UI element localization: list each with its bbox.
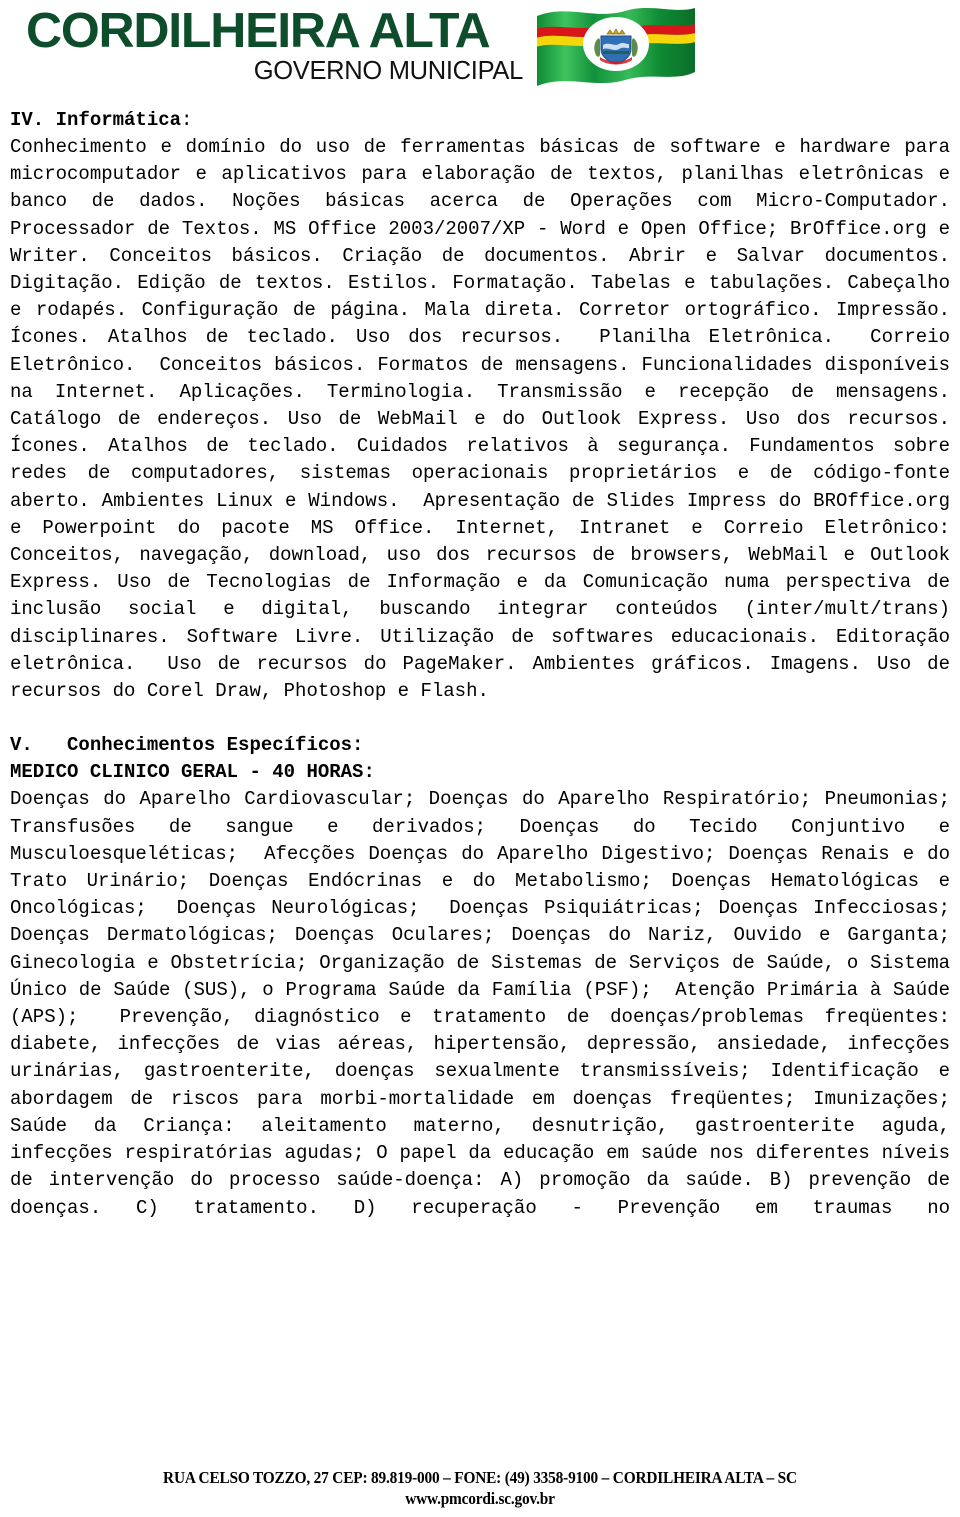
page-header: CORDILHEIRA ALTA GOVERNO MUNICIPAL (0, 0, 960, 96)
document-body: IV. Informática: Conhecimento e domínio … (10, 107, 950, 1249)
section-v-heading: V. Conhecimentos Específicos: (10, 734, 364, 757)
section-iv-body: Conhecimento e domínio do uso de ferrame… (10, 136, 950, 703)
section-iv-heading-label: IV. Informática (10, 109, 182, 131)
section-iv-heading-colon: : (181, 109, 193, 131)
logo-main-text: CORDILHEIRA ALTA (26, 4, 491, 58)
section-iv-heading: IV. Informática: (10, 107, 950, 134)
cordilheira-alta-flag-icon (533, 2, 699, 92)
section-v-body: Doenças do Aparelho Cardiovascular; Doen… (10, 788, 950, 1219)
footer-address: RUA CELSO TOZZO, 27 CEP: 89.819-000 – FO… (163, 1468, 797, 1487)
footer-website: www.pmcordi.sc.gov.br (405, 1489, 555, 1508)
page-footer: RUA CELSO TOZZO, 27 CEP: 89.819-000 – FO… (0, 1467, 960, 1509)
municipality-logo: CORDILHEIRA ALTA GOVERNO MUNICIPAL (26, 6, 526, 85)
section-v-subheading: MEDICO CLINICO GERAL - 40 HORAS: (10, 761, 375, 784)
logo-subtitle-text: GOVERNO MUNICIPAL (253, 57, 524, 85)
